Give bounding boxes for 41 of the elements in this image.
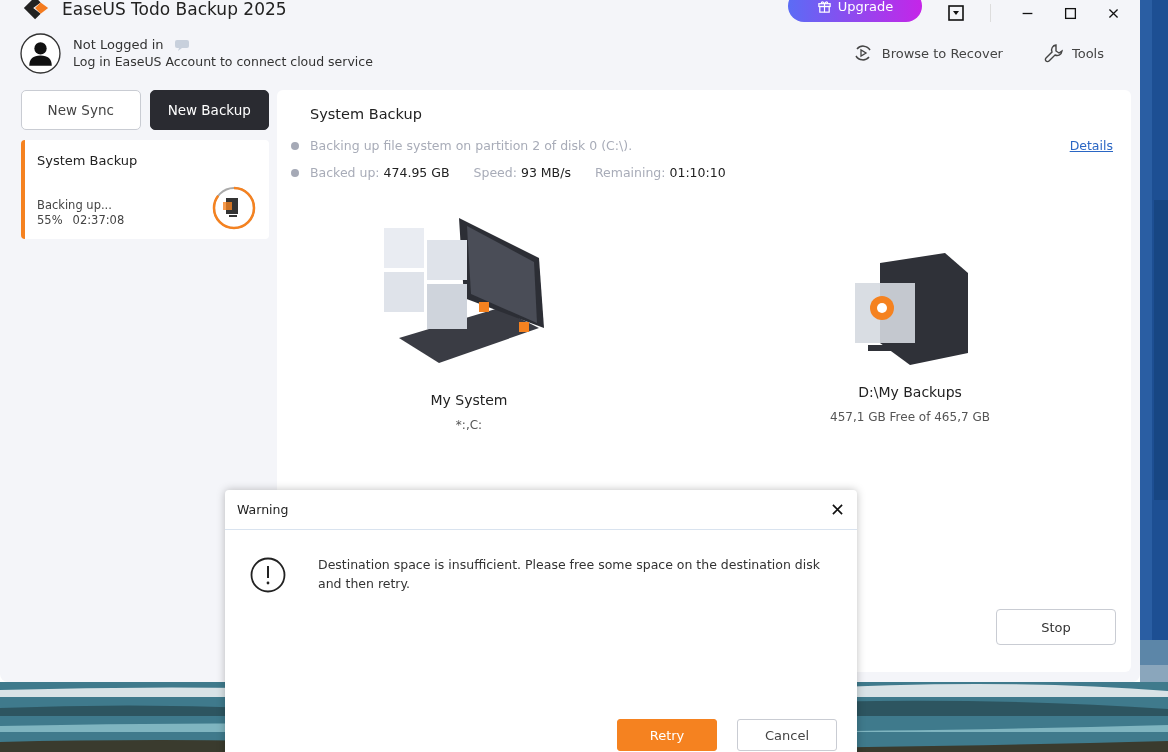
stat-label: Backed up: bbox=[310, 165, 380, 180]
dropdown-icon[interactable] bbox=[948, 5, 964, 21]
source-name: My System bbox=[430, 392, 508, 408]
replay-icon bbox=[852, 43, 873, 63]
new-sync-button[interactable]: New Sync bbox=[21, 90, 141, 130]
maximize-icon[interactable] bbox=[1064, 6, 1077, 20]
details-link[interactable]: Details bbox=[1069, 138, 1113, 153]
destination-space: 457,1 GB Free of 465,7 GB bbox=[830, 410, 990, 424]
stat-label: Remaining: bbox=[594, 165, 666, 180]
destination-name: D:\My Backups bbox=[858, 384, 962, 400]
warning-icon bbox=[250, 557, 286, 593]
bullet-dot bbox=[291, 168, 299, 177]
task-status: Backing up... bbox=[37, 198, 113, 212]
stat-label: Speed: bbox=[473, 165, 517, 180]
wrench-icon bbox=[1042, 43, 1063, 63]
task-percent: 55% bbox=[37, 213, 63, 227]
stop-button[interactable]: Stop bbox=[996, 609, 1116, 645]
stat-value: 474.95 GB bbox=[383, 165, 450, 180]
close-icon[interactable] bbox=[832, 504, 843, 515]
tools-button[interactable]: Tools bbox=[1042, 43, 1104, 63]
stat-value: 01:10:10 bbox=[669, 165, 726, 180]
dialog-title: Warning bbox=[237, 502, 289, 517]
source-path: *:,C: bbox=[455, 418, 483, 432]
login-status: Not Logged in bbox=[73, 37, 164, 52]
gift-icon bbox=[816, 0, 832, 14]
close-icon[interactable] bbox=[1107, 6, 1120, 20]
cancel-button[interactable]: Cancel bbox=[737, 719, 837, 751]
bullet-dot bbox=[291, 141, 299, 150]
window-title: EaseUS Todo Backup 2025 bbox=[62, 0, 287, 19]
dialog-message: Destination space is insufficient. Please free some space on the destination disk and then retry. bbox=[318, 556, 822, 593]
login-hint: Log in EaseUS Account to connect cloud service bbox=[73, 54, 373, 69]
task-title: System Backup bbox=[37, 153, 139, 168]
progress-message: Backing up file system on partition 2 of disk 0 (C:\). bbox=[310, 138, 633, 153]
upgrade-button[interactable]: Upgrade bbox=[788, 0, 922, 22]
new-backup-button[interactable]: New Backup bbox=[149, 90, 269, 130]
stat-value: 93 MB/s bbox=[520, 165, 571, 180]
task-elapsed: 02:37:08 bbox=[72, 213, 125, 227]
browse-recover-button[interactable]: Browse to Recover bbox=[852, 43, 1003, 63]
task-card[interactable]: System Backup Backing up... 55% 02:37:08 bbox=[21, 140, 269, 239]
avatar-icon[interactable] bbox=[20, 32, 61, 74]
panel-title: System Backup bbox=[310, 106, 423, 122]
